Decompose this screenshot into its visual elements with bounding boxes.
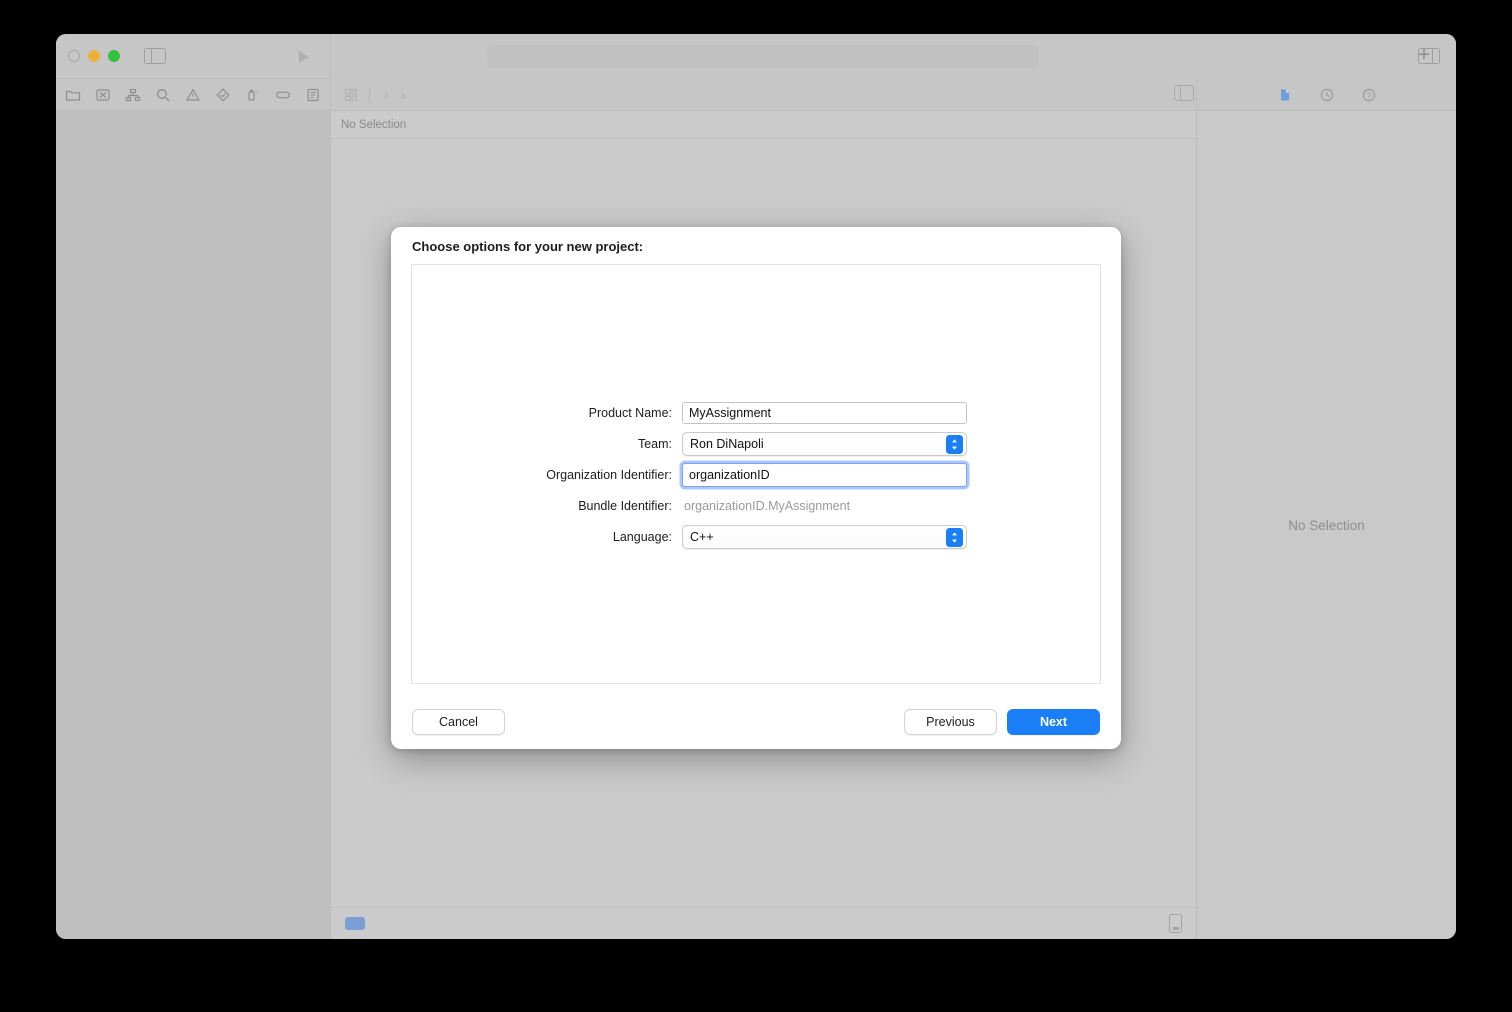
inspector-pane: No Selection	[1196, 111, 1456, 939]
navigator-filter-bar	[62, 79, 336, 111]
navigator-pane[interactable]	[56, 111, 330, 939]
source-control-icon[interactable]	[92, 84, 114, 106]
organization-identifier-field-wrap	[682, 463, 967, 487]
run-button[interactable]	[294, 48, 312, 66]
debug-icon[interactable]	[242, 84, 264, 106]
svg-text:?: ?	[1366, 91, 1371, 100]
dialog-content-panel: Product Name: Team: Ron DiNapoli	[411, 264, 1101, 684]
close-window-button[interactable]	[68, 50, 80, 62]
maximize-window-button[interactable]	[108, 50, 120, 62]
subtoolbar: ‹ › ?	[56, 79, 1456, 111]
dialog-title: Choose options for your new project:	[412, 239, 644, 254]
search-icon[interactable]	[152, 84, 174, 106]
team-popup-value: Ron DiNapoli	[690, 437, 764, 451]
inspector-subbar: ?	[1196, 79, 1456, 111]
tab-strip: +	[330, 34, 1456, 79]
sidebar-toggle-icon[interactable]	[144, 48, 166, 64]
grid-icon[interactable]	[341, 85, 361, 105]
form-row-language: Language: C++	[412, 522, 1100, 553]
team-label: Team:	[637, 437, 672, 451]
organization-identifier-input[interactable]	[682, 463, 967, 487]
team-popup-button[interactable]: Ron DiNapoli	[682, 432, 967, 456]
history-icon[interactable]	[1317, 85, 1337, 105]
language-label: Language:	[612, 530, 672, 544]
chevron-updown-icon	[946, 435, 963, 454]
warning-triangle-icon[interactable]	[182, 84, 204, 106]
bundle-identifier-field-wrap: organizationID.MyAssignment	[682, 497, 967, 515]
jump-bar-label: No Selection	[341, 118, 407, 131]
product-name-input[interactable]	[682, 402, 967, 424]
inspector-pane-toggle-icon[interactable]	[1174, 85, 1194, 101]
device-icon[interactable]	[1169, 914, 1182, 933]
folder-icon[interactable]	[62, 84, 84, 106]
report-list-icon[interactable]	[302, 84, 324, 106]
form-row-product-name: Product Name:	[412, 398, 1100, 429]
language-popup-button[interactable]: C++	[682, 525, 967, 549]
primary-button-group: Previous Next	[904, 709, 1100, 735]
editor-subbar: ‹ › ?	[330, 79, 1456, 111]
chevron-left-icon[interactable]: ‹	[378, 87, 395, 104]
file-inspector-icon[interactable]	[1275, 85, 1295, 105]
tab-item[interactable]	[487, 45, 1039, 68]
new-project-options-dialog: Choose options for your new project: Pro…	[391, 227, 1121, 749]
bundle-identifier-value: organizationID.MyAssignment	[684, 499, 851, 513]
form-row-organization-identifier: Organization Identifier:	[412, 460, 1100, 491]
titlebar: +	[56, 34, 1456, 79]
inspector-empty-label: No Selection	[1288, 517, 1365, 533]
jump-bar[interactable]: No Selection	[331, 111, 1196, 139]
bundle-identifier-label: Bundle Identifier:	[578, 499, 672, 513]
project-options-form: Product Name: Team: Ron DiNapoli	[412, 265, 1100, 683]
next-button[interactable]: Next	[1007, 709, 1100, 735]
traffic-lights	[68, 50, 120, 62]
chevron-updown-icon	[946, 528, 963, 547]
organization-identifier-label: Organization Identifier:	[546, 468, 672, 482]
form-row-bundle-identifier: Bundle Identifier: organizationID.MyAssi…	[412, 491, 1100, 522]
minimize-window-button[interactable]	[88, 50, 100, 62]
help-icon[interactable]: ?	[1359, 85, 1379, 105]
divider	[369, 88, 370, 102]
status-bar	[331, 907, 1196, 939]
dialog-button-bar: Cancel Previous Next	[391, 709, 1121, 735]
team-field-wrap: Ron DiNapoli	[682, 432, 967, 456]
chevron-right-icon[interactable]: ›	[395, 87, 412, 104]
product-name-field-wrap	[682, 402, 967, 424]
inspector-toggle-icon[interactable]	[1418, 48, 1440, 64]
tag-icon[interactable]	[272, 84, 294, 106]
test-diamond-icon[interactable]	[212, 84, 234, 106]
cancel-button[interactable]: Cancel	[412, 709, 505, 735]
build-status-chip[interactable]	[345, 917, 365, 930]
product-name-label: Product Name:	[588, 406, 672, 420]
form-row-team: Team: Ron DiNapoli	[412, 429, 1100, 460]
symbol-hierarchy-icon[interactable]	[122, 84, 144, 106]
language-field-wrap: C++	[682, 525, 967, 549]
previous-button[interactable]: Previous	[904, 709, 997, 735]
language-popup-value: C++	[690, 530, 714, 544]
